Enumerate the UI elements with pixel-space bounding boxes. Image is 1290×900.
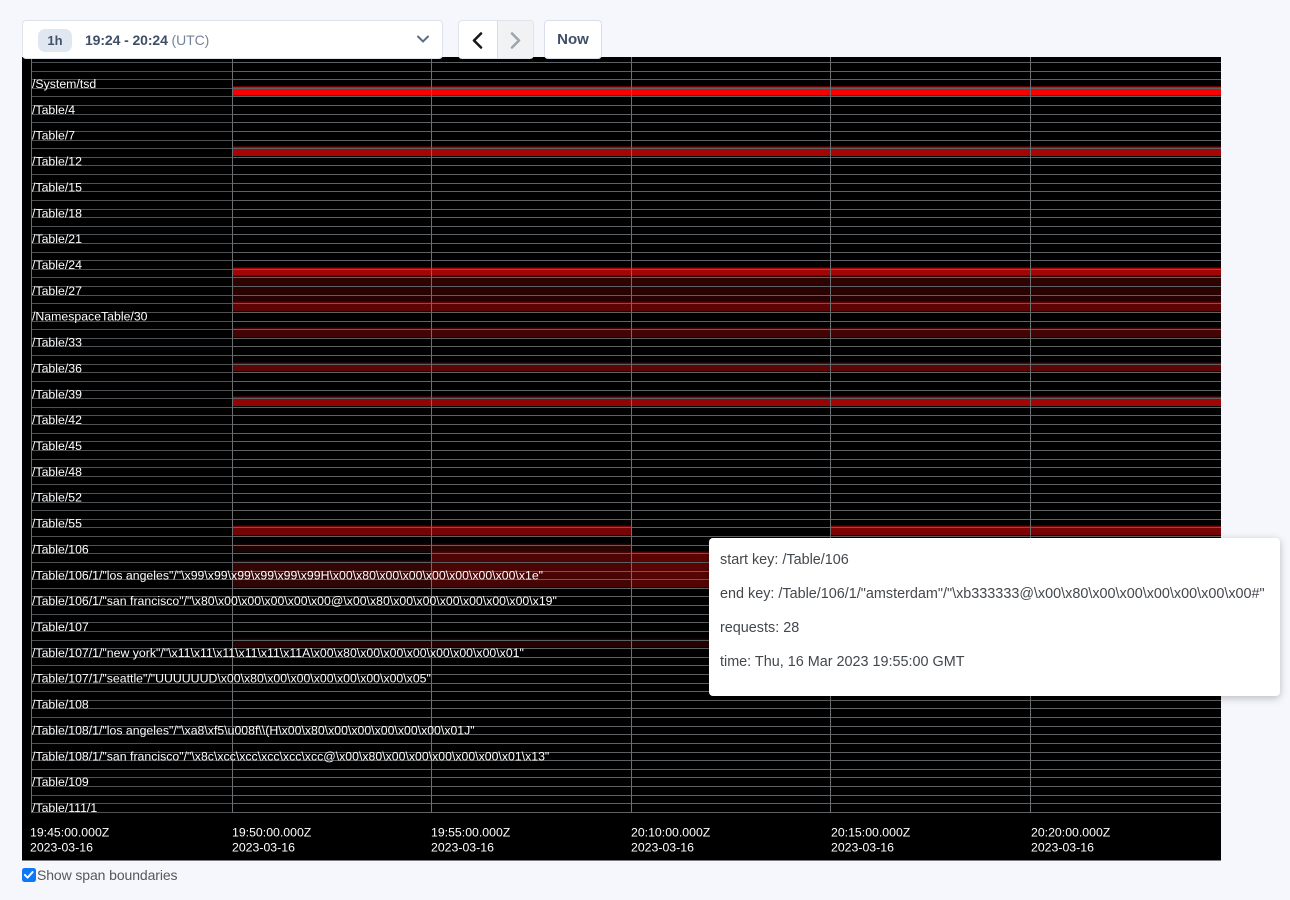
svg-text:/Table/106: /Table/106 — [32, 542, 89, 556]
svg-text:/Table/15: /Table/15 — [32, 180, 82, 194]
svg-text:/Table/18: /Table/18 — [32, 206, 82, 220]
svg-text:/Table/24: /Table/24 — [32, 258, 82, 272]
svg-text:/Table/45: /Table/45 — [32, 439, 82, 453]
svg-text:/Table/106/1/"san francisco"/": /Table/106/1/"san francisco"/"\x80\x00\x… — [32, 594, 557, 608]
svg-text:20:10:00.000Z: 20:10:00.000Z — [631, 826, 711, 840]
svg-text:/Table/42: /Table/42 — [32, 413, 82, 427]
svg-text:2023-03-16: 2023-03-16 — [431, 841, 494, 855]
svg-text:/Table/111/1: /Table/111/1 — [32, 801, 97, 815]
svg-text:19:45:00.000Z: 19:45:00.000Z — [30, 826, 110, 840]
svg-text:/System/tsd: /System/tsd — [32, 77, 96, 91]
svg-text:2023-03-16: 2023-03-16 — [30, 841, 93, 855]
svg-text:/Table/7: /Table/7 — [32, 129, 75, 143]
svg-text:/Table/48: /Table/48 — [32, 465, 82, 479]
svg-text:/Table/21: /Table/21 — [32, 232, 82, 246]
svg-text:/Table/27: /Table/27 — [32, 284, 82, 298]
svg-text:/Table/107: /Table/107 — [32, 620, 89, 634]
svg-text:2023-03-16: 2023-03-16 — [1031, 841, 1094, 855]
svg-text:20:20:00.000Z: 20:20:00.000Z — [1031, 826, 1111, 840]
svg-text:/Table/36: /Table/36 — [32, 361, 82, 375]
svg-text:19:55:00.000Z: 19:55:00.000Z — [431, 826, 511, 840]
svg-text:/Table/33: /Table/33 — [32, 336, 82, 350]
svg-text:/NamespaceTable/30: /NamespaceTable/30 — [32, 310, 148, 324]
svg-text:/Table/4: /Table/4 — [32, 103, 75, 117]
svg-text:/Table/108: /Table/108 — [32, 698, 89, 712]
svg-text:/Table/107/1/"seattle"/"UUUUUU: /Table/107/1/"seattle"/"UUUUUUD\x00\x80\… — [32, 672, 431, 686]
svg-text:/Table/52: /Table/52 — [32, 491, 82, 505]
svg-text:/Table/39: /Table/39 — [32, 387, 82, 401]
svg-text:20:15:00.000Z: 20:15:00.000Z — [831, 826, 911, 840]
svg-text:/Table/106/1/"los angeles"/"\x: /Table/106/1/"los angeles"/"\x99\x99\x99… — [32, 568, 543, 582]
svg-text:/Table/108/1/"san francisco"/": /Table/108/1/"san francisco"/"\x8c\xcc\x… — [32, 749, 549, 763]
svg-text:/Table/109: /Table/109 — [32, 775, 89, 789]
svg-text:/Table/108/1/"los angeles"/"\x: /Table/108/1/"los angeles"/"\xa8\xf5\u00… — [32, 723, 475, 737]
svg-text:/Table/55: /Table/55 — [32, 517, 82, 531]
svg-text:2023-03-16: 2023-03-16 — [232, 841, 295, 855]
svg-text:/Table/12: /Table/12 — [32, 155, 82, 169]
svg-text:19:50:00.000Z: 19:50:00.000Z — [232, 826, 312, 840]
svg-text:/Table/107/1/"new york"/"\x11\: /Table/107/1/"new york"/"\x11\x11\x11\x1… — [32, 646, 524, 660]
svg-text:2023-03-16: 2023-03-16 — [831, 841, 894, 855]
svg-text:2023-03-16: 2023-03-16 — [631, 841, 694, 855]
